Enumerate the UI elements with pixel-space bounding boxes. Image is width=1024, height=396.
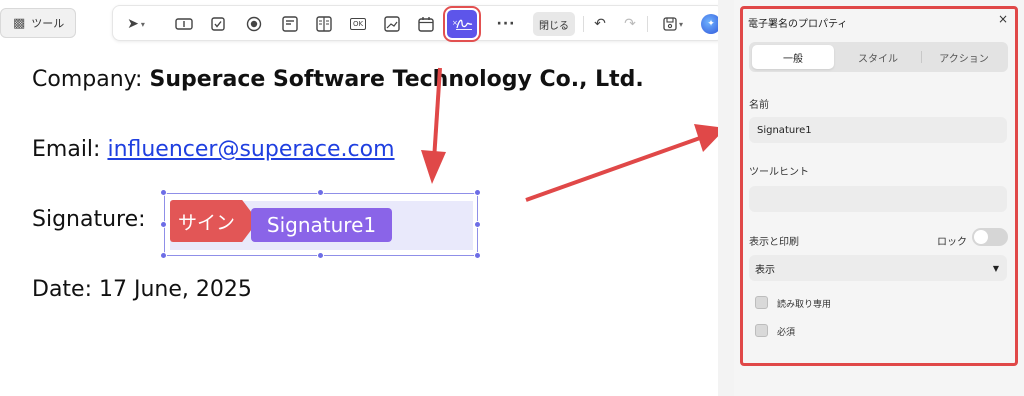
email-label: Email:	[32, 137, 108, 162]
tab-action[interactable]: アクション	[923, 45, 1005, 69]
visibility-select[interactable]: 表示 ▼	[749, 255, 1007, 281]
tab-general[interactable]: 一般	[752, 45, 834, 69]
date-field-tool-button[interactable]	[413, 10, 439, 38]
document-scrollbar[interactable]	[718, 0, 734, 396]
chevron-down-icon: ▾	[678, 19, 683, 29]
name-field[interactable]: Signature1	[749, 117, 1007, 143]
combo-box-icon	[282, 16, 298, 32]
resize-handle-left[interactable]	[160, 221, 167, 228]
resize-handle-right[interactable]	[474, 221, 481, 228]
checkbox-icon	[211, 17, 225, 31]
lock-label: ロック	[937, 237, 967, 248]
resize-handle-top[interactable]	[317, 189, 324, 196]
resize-handle-bottom-right[interactable]	[474, 252, 481, 259]
tooltip-label: ツールヒント	[749, 167, 809, 178]
toolbar-divider	[647, 16, 648, 32]
checkbox-tool-button[interactable]	[205, 10, 231, 38]
redo-icon: ↷	[624, 16, 636, 32]
close-form-editing-button[interactable]: 閉じる	[533, 12, 575, 36]
ok-button-tool-button[interactable]: OK	[345, 10, 371, 38]
tab-divider	[921, 51, 922, 63]
resize-handle-top-left[interactable]	[160, 189, 167, 196]
tools-button[interactable]: ▩ ツール	[0, 8, 76, 38]
combo-box-tool-button[interactable]	[277, 10, 303, 38]
image-field-tool-button[interactable]	[379, 10, 405, 38]
arrow-field-to-panel	[525, 124, 726, 202]
readonly-checkbox[interactable]	[755, 296, 768, 309]
radio-button-icon	[246, 16, 262, 32]
name-label: 名前	[749, 100, 769, 111]
list-box-icon	[316, 16, 332, 32]
dropdown-arrow-icon: ▼	[992, 263, 999, 273]
visibility-value: 表示	[755, 264, 775, 276]
select-tool-button[interactable]: ➤ ▾	[119, 10, 153, 38]
required-label: 必須	[777, 328, 796, 338]
panel-tabs: 一般 スタイル アクション	[749, 42, 1008, 72]
text-field-icon	[175, 18, 193, 30]
email-link[interactable]: influencer@superace.com	[107, 137, 394, 162]
email-line: Email: influencer@superace.com	[32, 137, 395, 162]
chevron-down-icon: ▾	[140, 19, 145, 29]
more-tools-button[interactable]: ···	[493, 10, 519, 38]
undo-button[interactable]: ↶	[587, 10, 613, 38]
save-icon	[663, 17, 677, 31]
resize-handle-bottom-left[interactable]	[160, 252, 167, 259]
tab-style[interactable]: スタイル	[837, 45, 919, 69]
required-checkbox[interactable]	[755, 324, 768, 337]
readonly-label: 読み取り専用	[777, 300, 832, 310]
close-icon[interactable]: ×	[998, 12, 1008, 26]
signature-label: Signature:	[32, 207, 146, 232]
resize-handle-top-right[interactable]	[474, 189, 481, 196]
panel-title: 電子署名のプロパティ	[748, 19, 848, 30]
tools-icon: ▩	[13, 15, 26, 31]
tools-label: ツール	[31, 17, 65, 30]
tooltip-field[interactable]	[749, 186, 1007, 212]
calendar-icon	[418, 17, 434, 32]
save-button[interactable]: ▾	[655, 10, 691, 38]
ellipsis-icon: ···	[496, 16, 516, 32]
date-line: Date: 17 June, 2025	[32, 277, 252, 302]
undo-icon: ↶	[594, 16, 606, 32]
sign-tag: サイン	[170, 200, 258, 242]
ai-avatar-icon: ✦	[707, 19, 715, 29]
lock-toggle[interactable]	[972, 228, 1008, 246]
signature-field-tool-button[interactable]: ×	[443, 6, 481, 42]
display-print-label: 表示と印刷	[749, 237, 799, 248]
text-field-tool-button[interactable]	[171, 10, 197, 38]
signature-field-name-label: Signature1	[251, 208, 392, 242]
resize-handle-bottom[interactable]	[317, 252, 324, 259]
form-toolbar: ➤ ▾ OK × ··· 閉じる ↶ ↷ ▾ ✦	[112, 5, 724, 42]
list-box-tool-button[interactable]	[311, 10, 337, 38]
cursor-arrow-icon: ➤	[127, 16, 139, 32]
company-value: Superace Software Technology Co., Ltd.	[149, 67, 644, 92]
ok-button-icon: OK	[349, 18, 367, 30]
company-label: Company:	[32, 67, 150, 92]
toolbar-divider	[583, 16, 584, 32]
image-field-icon	[384, 16, 400, 32]
toggle-knob	[974, 230, 988, 244]
redo-button[interactable]: ↷	[617, 10, 643, 38]
radio-tool-button[interactable]	[241, 10, 267, 38]
signature-icon: ×	[452, 19, 473, 30]
company-line: Company: Superace Software Technology Co…	[32, 67, 644, 92]
